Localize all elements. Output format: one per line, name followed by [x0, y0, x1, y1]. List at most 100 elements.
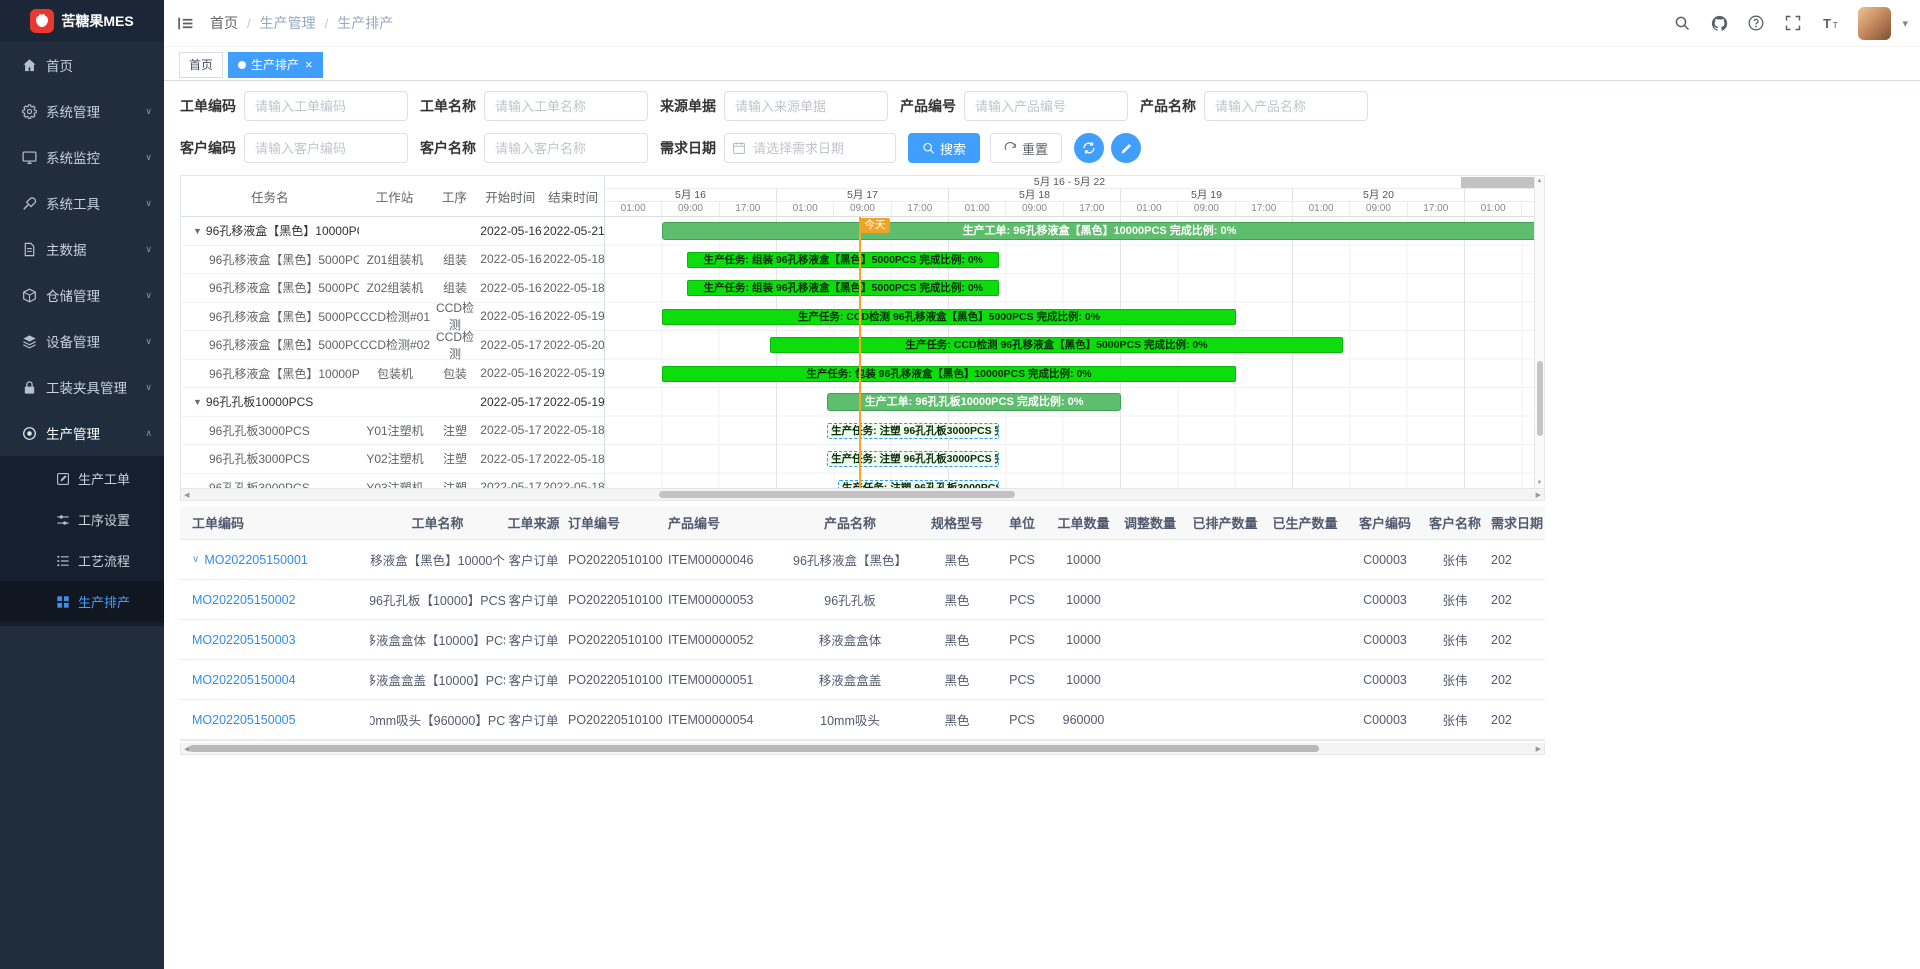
gantt-task-row[interactable]: 96孔移液盒【黑色】5000PCSCCD检测#02CCD检测2022-05-17… [181, 331, 604, 360]
order-code-link[interactable]: MO202205150004 [192, 673, 296, 687]
caret-down-icon[interactable]: ▾ [1902, 17, 1908, 30]
gantt-task-row[interactable]: 96孔移液盒【黑色】5000PCSCCD检测#01CCD检测2022-05-16… [181, 303, 604, 332]
scroll-up-arrow[interactable]: ▲ [1535, 178, 1544, 184]
sidebar-item-fixtures[interactable]: 工装夹具管理∨ [0, 364, 164, 410]
gantt-horizontal-scrollbar[interactable]: ◀ ▶ [180, 489, 1545, 501]
scroll-right-arrow[interactable]: ▶ [1536, 745, 1541, 753]
filter-field-order-name: 工单名称 [420, 91, 648, 121]
edit-button[interactable] [1111, 133, 1141, 163]
sidebar-subitem-process-setup[interactable]: 工序设置 [0, 499, 164, 540]
gantt-bar[interactable]: 生产任务: 组装 96孔移液盒【黑色】5000PCS 完成比例: 0% [687, 252, 999, 268]
gantt-bar[interactable]: 生产工单: 96孔移液盒【黑色】10000PCS 完成比例: 0% [662, 222, 1534, 240]
filter-field-source-doc: 来源单据 [660, 91, 888, 121]
order-cell: PO202205101001 [562, 540, 662, 579]
orders-horizontal-scrollbar[interactable]: ◀ ▶ [180, 743, 1545, 755]
sidebar-item-warehouse[interactable]: 仓储管理∨ [0, 272, 164, 318]
app-logo[interactable]: 苦糖果MES [0, 0, 164, 42]
gantt-task-row[interactable]: 96孔孔板3000PCSY01注塑机注塑2022-05-172022-05-18 [181, 417, 604, 446]
product-code-input[interactable] [964, 91, 1128, 121]
sidebar-toggle-button[interactable] [164, 0, 206, 47]
sidebar-subitem-process-flow[interactable]: 工艺流程 [0, 540, 164, 581]
scroll-down-arrow[interactable]: ▼ [1535, 480, 1544, 486]
warehouse-icon [21, 287, 37, 303]
order-cell: 张伟 [1425, 700, 1485, 739]
gantt-bar[interactable]: 生产任务: 注塑 96孔孔板3000PCS 完成比例: 0% [827, 451, 999, 467]
order-name-input[interactable] [484, 91, 648, 121]
gantt-task-row[interactable]: 96孔孔板3000PCSY02注塑机注塑2022-05-172022-05-18 [181, 445, 604, 474]
order-cell: 10000 [1052, 620, 1115, 659]
customer-code-input[interactable] [244, 133, 408, 163]
order-code-link[interactable]: MO202205150005 [192, 713, 296, 727]
gantt-bar[interactable]: 生产任务: 包装 96孔移液盒【黑色】10000PCS 完成比例: 0% [662, 366, 1235, 382]
orders-column-7: 单位 [992, 506, 1052, 539]
gantt-bar[interactable]: 生产任务: 注塑 96孔孔板3000PCS 完成比例: 0% [827, 423, 999, 439]
sidebar-item-master-data[interactable]: 主数据∨ [0, 226, 164, 272]
help-icon[interactable] [1747, 14, 1765, 32]
order-cell: 96孔移液盒【黑色】 [778, 540, 922, 579]
task-start-time: 2022-05-17 [479, 423, 543, 437]
font-size-icon[interactable]: TT [1821, 14, 1839, 32]
gantt-task-row[interactable]: 96孔移液盒【黑色】10000PCS包装机包装2022-05-162022-05… [181, 360, 604, 389]
order-cell: 客户订单 [505, 540, 562, 579]
sidebar-item-system-tools[interactable]: 系统工具∨ [0, 180, 164, 226]
breadcrumb-home[interactable]: 首页 [210, 13, 238, 33]
order-code-link[interactable]: MO202205150001 [204, 553, 308, 567]
horizontal-scroll-thumb[interactable] [659, 491, 1015, 498]
gantt-bar[interactable]: 生产任务: 注塑 96孔孔板3000PCS 完成比例: 0% [838, 480, 999, 489]
github-icon[interactable] [1710, 14, 1728, 32]
expand-triangle-icon[interactable]: ▼ [193, 397, 202, 407]
horizontal-scroll-thumb[interactable] [189, 745, 1319, 752]
order-cell [1185, 620, 1265, 659]
gear-icon [21, 103, 37, 119]
sidebar-item-production[interactable]: 生产管理∧ [0, 410, 164, 456]
input-wrap-demand-date [724, 133, 896, 163]
scroll-right-arrow[interactable]: ▶ [1536, 491, 1541, 499]
tab-home[interactable]: 首页 [179, 52, 223, 78]
tab-scheduling[interactable]: 生产排产× [228, 52, 323, 78]
input-wrap-order-name [484, 91, 648, 121]
gantt-bar[interactable]: 生产任务: CCD检测 96孔移液盒【黑色】5000PCS 完成比例: 0% [662, 309, 1235, 325]
gantt-task-row[interactable]: ▼96孔移液盒【黑色】10000PCS2022-05-162022-05-21 [181, 217, 604, 246]
customer-name-input[interactable] [484, 133, 648, 163]
fullscreen-icon[interactable] [1784, 14, 1802, 32]
order-code-link[interactable]: MO202205150002 [192, 593, 296, 607]
orders-column-9: 调整数量 [1115, 506, 1185, 539]
chevron-down-icon[interactable]: ∨ [192, 554, 199, 565]
close-icon[interactable]: × [305, 58, 313, 71]
scroll-left-arrow[interactable]: ◀ [184, 491, 189, 499]
sidebar-item-system-admin[interactable]: 系统管理∨ [0, 88, 164, 134]
sidebar-item-equipment[interactable]: 设备管理∨ [0, 318, 164, 364]
order-cell: 客户订单 [505, 620, 562, 659]
sidebar-subitem-scheduling[interactable]: 生产排产 [0, 581, 164, 622]
gantt-table-body: ▼96孔移液盒【黑色】10000PCS2022-05-162022-05-219… [181, 217, 604, 488]
gantt-bar[interactable]: 生产任务: CCD检测 96孔移液盒【黑色】5000PCS 完成比例: 0% [770, 337, 1343, 353]
gantt-bar[interactable]: 生产工单: 96孔孔板10000PCS 完成比例: 0% [827, 393, 1121, 411]
task-end-time: 2022-05-19 [543, 366, 604, 380]
gantt-bar[interactable]: 生产任务: 组装 96孔移液盒【黑色】5000PCS 完成比例: 0% [687, 280, 999, 296]
reset-button[interactable]: 重置 [990, 133, 1062, 163]
sidebar-item-label: 系统工具 [46, 193, 100, 213]
sidebar-subitem-work-orders[interactable]: 生产工单 [0, 458, 164, 499]
sync-button[interactable] [1074, 133, 1104, 163]
search-button[interactable]: 搜索 [908, 133, 980, 163]
source-doc-input[interactable] [724, 91, 888, 121]
demand-date-input[interactable] [724, 133, 896, 163]
gantt-task-row[interactable]: 96孔移液盒【黑色】5000PCSZ01组装机组装2022-05-162022-… [181, 246, 604, 275]
orders-column-3: 订单编号 [562, 506, 662, 539]
gantt-vertical-scrollbar[interactable]: ▲ ▼ [1534, 176, 1544, 488]
order-code-input[interactable] [244, 91, 408, 121]
gantt-task-row[interactable]: 96孔孔板3000PCSY03注塑机注塑2022-05-172022-05-18 [181, 474, 604, 489]
gantt-task-row[interactable]: ▼96孔孔板10000PCS2022-05-172022-05-19 [181, 388, 604, 417]
user-avatar[interactable] [1858, 7, 1891, 40]
expand-triangle-icon[interactable]: ▼ [193, 226, 202, 236]
gantt-column-4: 结束时间 [542, 187, 604, 206]
order-code-link[interactable]: MO202205150003 [192, 633, 296, 647]
sidebar-item-home[interactable]: 首页 [0, 42, 164, 88]
order-cell: 张伟 [1425, 580, 1485, 619]
task-name-text: 96孔移液盒【黑色】10000PCS [209, 365, 359, 382]
product-name-input[interactable] [1204, 91, 1368, 121]
gantt-task-row[interactable]: 96孔移液盒【黑色】5000PCSZ02组装机组装2022-05-162022-… [181, 274, 604, 303]
vertical-scroll-thumb[interactable] [1537, 361, 1543, 436]
sidebar-item-system-monitor[interactable]: 系统监控∨ [0, 134, 164, 180]
search-icon[interactable] [1673, 14, 1691, 32]
